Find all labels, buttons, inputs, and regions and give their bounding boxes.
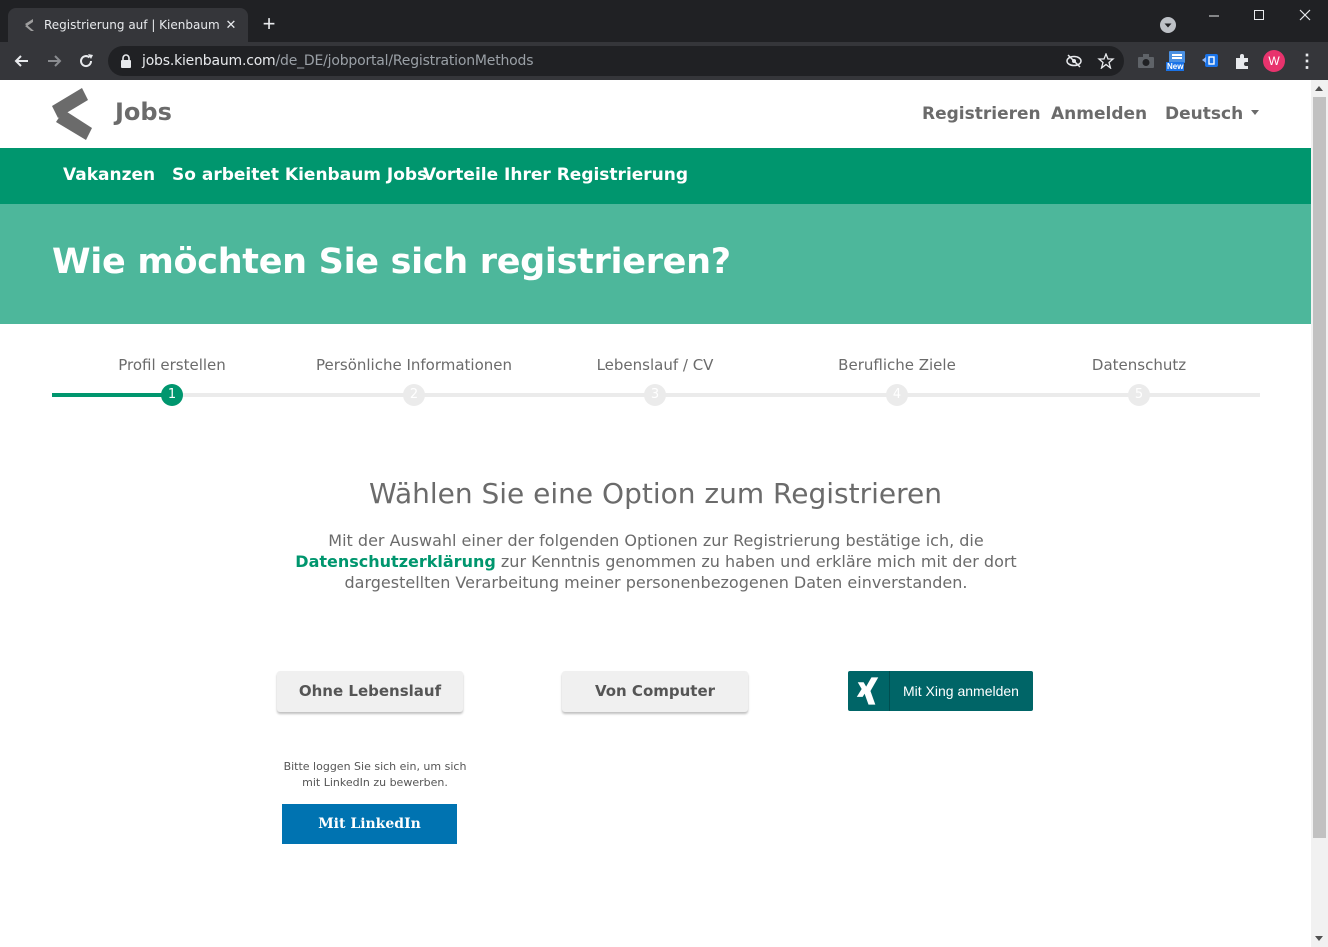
step-marker: 2 xyxy=(403,384,425,406)
registration-stepper: Profil erstellen Persönliche Information… xyxy=(52,348,1260,418)
step-label: Datenschutz xyxy=(1091,356,1187,374)
nav-item-registration-benefits[interactable]: Vorteile Ihrer Registrierung xyxy=(423,165,688,185)
url-path: /de_DE/jobportal/RegistrationMethods xyxy=(275,53,534,69)
tab-search-icon[interactable] xyxy=(1160,17,1176,33)
kienbaum-favicon-icon xyxy=(25,19,34,31)
translate-extension-icon[interactable] xyxy=(1200,51,1220,71)
page-title: Wie möchten Sie sich registrieren? xyxy=(52,242,731,282)
scroll-down-icon[interactable] xyxy=(1315,936,1323,941)
xing-icon xyxy=(856,671,890,711)
browser-toolbar: jobs.kienbaum.com/de_DE/jobportal/Regist… xyxy=(0,42,1328,80)
url-text[interactable]: jobs.kienbaum.com/de_DE/jobportal/Regist… xyxy=(142,53,534,69)
hero-banner: Wie möchten Sie sich registrieren? xyxy=(0,204,1311,324)
step-marker: 3 xyxy=(644,384,666,406)
consent-text-before: Mit der Auswahl einer der folgenden Opti… xyxy=(328,531,984,550)
upload-from-computer-button[interactable]: Von Computer xyxy=(562,671,748,712)
camera-extension-icon[interactable] xyxy=(1136,51,1156,71)
minimize-icon[interactable] xyxy=(1202,6,1226,26)
new-extension-icon[interactable]: New xyxy=(1166,51,1187,71)
page-viewport: Jobs Registrieren Anmelden Deutsch Vakan… xyxy=(0,80,1311,947)
linkedin-hint: Bitte loggen Sie sich ein, um sich mit L… xyxy=(283,760,467,789)
kienbaum-logo-icon[interactable] xyxy=(52,88,92,140)
tab-close-icon[interactable]: ✕ xyxy=(222,16,240,34)
main-nav: Vakanzen So arbeitet Kienbaum Jobs Vorte… xyxy=(0,148,1311,204)
stepper-progress xyxy=(52,393,172,397)
chevron-down-icon xyxy=(1251,109,1260,115)
tab-title: Registrierung auf | Kienbaum xyxy=(44,18,220,32)
step-marker: 1 xyxy=(161,384,183,406)
login-link[interactable]: Anmelden xyxy=(1051,104,1147,124)
url-host: jobs.kienbaum.com xyxy=(142,53,276,69)
logo-text[interactable]: Jobs xyxy=(115,98,172,126)
lock-icon[interactable] xyxy=(120,54,132,68)
xing-login-label: Mit Xing anmelden xyxy=(903,683,1019,699)
eye-off-icon[interactable] xyxy=(1065,53,1083,69)
step-marker: 5 xyxy=(1128,384,1150,406)
xing-login-button[interactable]: Mit Xing anmelden xyxy=(848,671,1033,711)
close-window-icon[interactable] xyxy=(1293,6,1317,26)
language-label: Deutsch xyxy=(1165,104,1244,124)
privacy-policy-link[interactable]: Datenschutzerklärung xyxy=(295,552,496,571)
scroll-up-icon[interactable] xyxy=(1315,86,1323,91)
browser-tabstrip: Registrierung auf | Kienbaum ✕ + xyxy=(0,0,1328,42)
page-scrollbar[interactable] xyxy=(1311,80,1328,947)
extension-new-badge: New xyxy=(1166,62,1185,71)
nav-item-vakanzen[interactable]: Vakanzen xyxy=(63,165,155,185)
step-label: Lebenslauf / CV xyxy=(596,356,714,374)
reload-icon[interactable] xyxy=(76,51,96,71)
step-label: Berufliche Ziele xyxy=(838,356,956,374)
site-header: Jobs Registrieren Anmelden Deutsch xyxy=(0,80,1311,148)
puzzle-extensions-icon[interactable] xyxy=(1232,51,1252,71)
register-link[interactable]: Registrieren xyxy=(922,104,1041,124)
maximize-icon[interactable] xyxy=(1247,6,1271,26)
step-label: Persönliche Informationen xyxy=(315,356,513,374)
back-icon[interactable] xyxy=(12,51,32,71)
nav-item-how-it-works[interactable]: So arbeitet Kienbaum Jobs xyxy=(172,165,427,185)
profile-avatar[interactable]: W xyxy=(1263,50,1285,72)
step-marker: 4 xyxy=(886,384,908,406)
options-heading: Wählen Sie eine Option zum Registrieren xyxy=(369,477,942,510)
forward-icon[interactable] xyxy=(44,51,64,71)
new-tab-button[interactable]: + xyxy=(259,13,279,35)
consent-text: Mit der Auswahl einer der folgenden Opti… xyxy=(280,530,1032,593)
linkedin-login-button[interactable]: Mit LinkedIn einloggen xyxy=(282,804,457,872)
browser-menu-icon[interactable]: ⋮ xyxy=(1298,51,1316,71)
no-cv-button[interactable]: Ohne Lebenslauf xyxy=(277,671,463,712)
language-dropdown[interactable]: Deutsch xyxy=(1165,104,1260,124)
step-label: Profil erstellen xyxy=(118,356,226,374)
bookmark-star-icon[interactable] xyxy=(1097,53,1115,69)
browser-tab[interactable]: Registrierung auf | Kienbaum ✕ xyxy=(8,8,248,42)
address-bar[interactable]: jobs.kienbaum.com/de_DE/jobportal/Regist… xyxy=(108,46,1124,76)
scrollbar-thumb[interactable] xyxy=(1313,97,1326,838)
